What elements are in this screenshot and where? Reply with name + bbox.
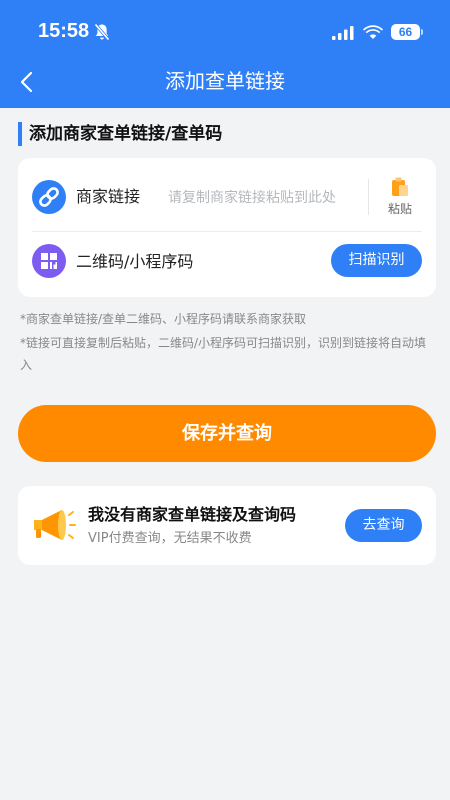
grid-icon bbox=[32, 244, 66, 278]
clipboard-icon bbox=[390, 176, 410, 202]
go-query-button[interactable]: 去查询 bbox=[345, 509, 422, 542]
battery-indicator: 66 bbox=[391, 24, 420, 40]
scan-button[interactable]: 扫描识别 bbox=[331, 244, 422, 277]
merchant-link-input[interactable] bbox=[168, 187, 360, 209]
battery-tip bbox=[421, 29, 423, 35]
page-title: 添加查单链接 bbox=[165, 69, 285, 93]
note-text: *商家查单链接/查单二维码、小程序码请联系商家获取 bbox=[20, 312, 307, 326]
megaphone-icon bbox=[30, 505, 76, 549]
paste-button[interactable]: 粘贴 bbox=[378, 176, 422, 218]
qr-code-label: 二维码/小程序码 bbox=[76, 252, 194, 271]
paste-label: 粘贴 bbox=[387, 202, 412, 216]
link-input-card: 商家链接 粘贴 二维码/小程序码 扫描识别 bbox=[18, 158, 436, 297]
vip-query-card: 我没有商家查单链接及查询码 VIP付费查询，无结果不收费 去查询 bbox=[18, 486, 436, 565]
note-text: *链接可直接复制后粘贴，二维码/小程序码可扫描识别，识别到链接将自动填入 bbox=[20, 336, 427, 372]
section-title: 添加商家查单链接/查单码 bbox=[18, 122, 222, 146]
vip-subtitle: VIP付费查询，无结果不收费 bbox=[88, 531, 252, 546]
merchant-link-label: 商家链接 bbox=[76, 187, 141, 206]
wifi-icon bbox=[363, 24, 383, 43]
save-and-query-button[interactable]: 保存并查询 bbox=[18, 405, 436, 462]
cellular-signal-icon bbox=[332, 25, 354, 44]
status-bar: 15:58 66 bbox=[0, 0, 450, 62]
link-icon bbox=[32, 180, 66, 214]
status-time: 15:58 bbox=[38, 20, 90, 42]
row-divider bbox=[32, 231, 422, 232]
divider bbox=[368, 179, 369, 215]
app-header: 15:58 66 添加查单链接 bbox=[0, 0, 450, 108]
bell-muted-icon bbox=[94, 23, 110, 45]
vip-title: 我没有商家查单链接及查询码 bbox=[88, 505, 297, 524]
